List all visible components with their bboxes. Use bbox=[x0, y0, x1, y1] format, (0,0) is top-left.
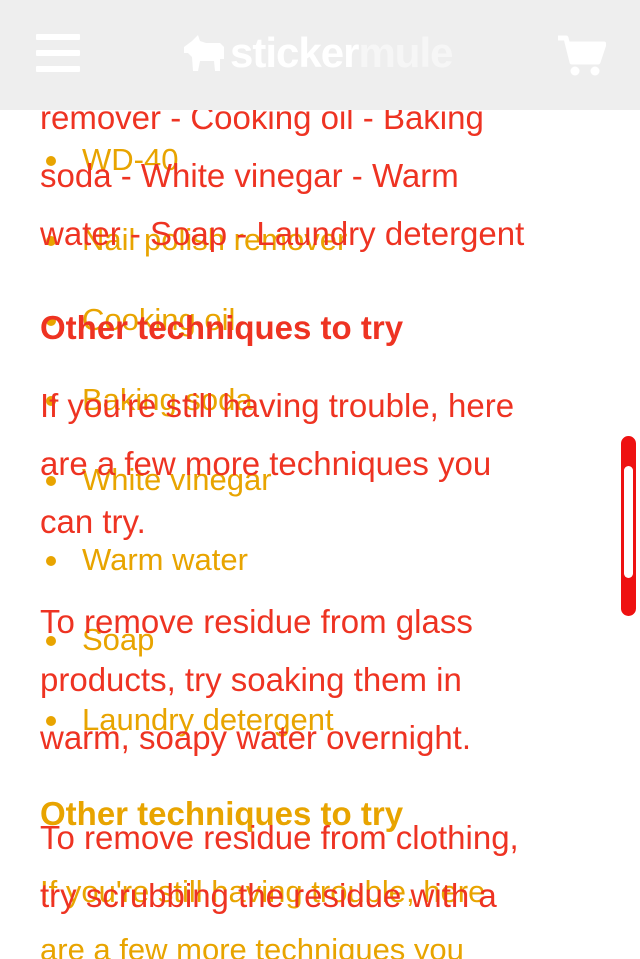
cart-glyph bbox=[558, 35, 607, 76]
paragraph-line: are a few more techniques you bbox=[40, 445, 492, 482]
paragraph-line: warm, soapy water overnight. bbox=[40, 719, 472, 756]
menu-bar bbox=[36, 50, 80, 56]
hamburger-menu-icon[interactable] bbox=[36, 34, 82, 74]
mule-logo-icon bbox=[184, 35, 224, 71]
logo-text: stickermule bbox=[230, 29, 453, 76]
article-body-layer: remover - Cooking oil - Baking soda - Wh… bbox=[0, 0, 640, 959]
paragraph-line: products, try soaking them in bbox=[40, 661, 462, 698]
top-nav-bar: stickermule bbox=[0, 0, 640, 110]
section-heading: Other techniques to try bbox=[40, 309, 404, 346]
paragraph-line: To remove residue from glass bbox=[40, 603, 473, 640]
scrollbar-thumb[interactable] bbox=[624, 466, 633, 578]
paragraph-line: If you're still having trouble, here bbox=[40, 387, 515, 424]
stickermule-logo[interactable]: stickermule bbox=[180, 30, 470, 76]
logo-text-mule: mule bbox=[358, 29, 453, 76]
paragraph-line: try scrubbing the residue with a bbox=[40, 877, 497, 914]
menu-bar bbox=[36, 34, 80, 40]
shopping-cart-icon[interactable] bbox=[556, 34, 607, 78]
menu-bar bbox=[36, 66, 80, 72]
page-scrollbar[interactable] bbox=[621, 436, 636, 616]
paragraph-line: To remove residue from clothing, bbox=[40, 819, 519, 856]
paragraph-line: water - Soap - Laundry detergent bbox=[40, 215, 525, 252]
paragraph-line: soda - White vinegar - Warm bbox=[40, 157, 459, 194]
paragraph-line: can try. bbox=[40, 503, 146, 540]
logo-text-sticker: sticker bbox=[230, 29, 359, 76]
page: WD-40 Nail polish remover Cooking oil Ba… bbox=[0, 0, 640, 959]
